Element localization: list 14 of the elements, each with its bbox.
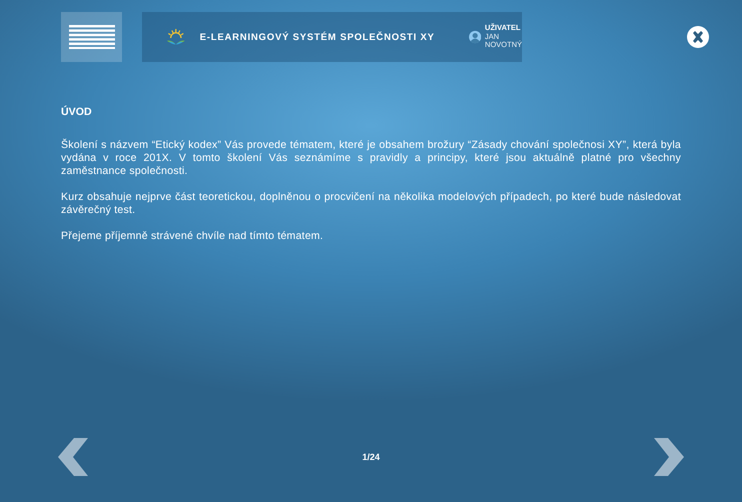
menu-icon <box>68 25 114 49</box>
next-button[interactable] <box>654 438 684 476</box>
paragraph: Přejeme příjemně strávené chvíle nad tímto tématem. <box>61 230 324 243</box>
paragraph: Školení s názvem “Etický kodex” Vás provede tématem, které je obsahem brožury “Zásady chování společnosi XY”, která byla vydána v roce 201X. V tomto školení Vás seznámíme s pravidly a principy, které jsou aktuálně platné pro všechny zaměstnance společnosti. <box>61 139 681 178</box>
paragraph: Kurz obsahuje nejprve část teoretickou, doplněnou o procvičení na několika modelových případech, po které bude následovat závěrečný test. <box>61 191 681 217</box>
app-title: E-LEARNINGOVÝ SYSTÉM SPOLEČNOSTI XY <box>200 32 435 42</box>
section-heading: ÚVOD <box>61 106 93 119</box>
previous-button[interactable] <box>58 438 88 476</box>
menu-button[interactable] <box>61 12 122 62</box>
chevron-right-icon <box>654 438 684 476</box>
page-counter: 1/24 <box>362 452 380 462</box>
close-button[interactable] <box>687 26 709 48</box>
close-icon <box>687 26 709 48</box>
chevron-left-icon <box>58 438 88 476</box>
